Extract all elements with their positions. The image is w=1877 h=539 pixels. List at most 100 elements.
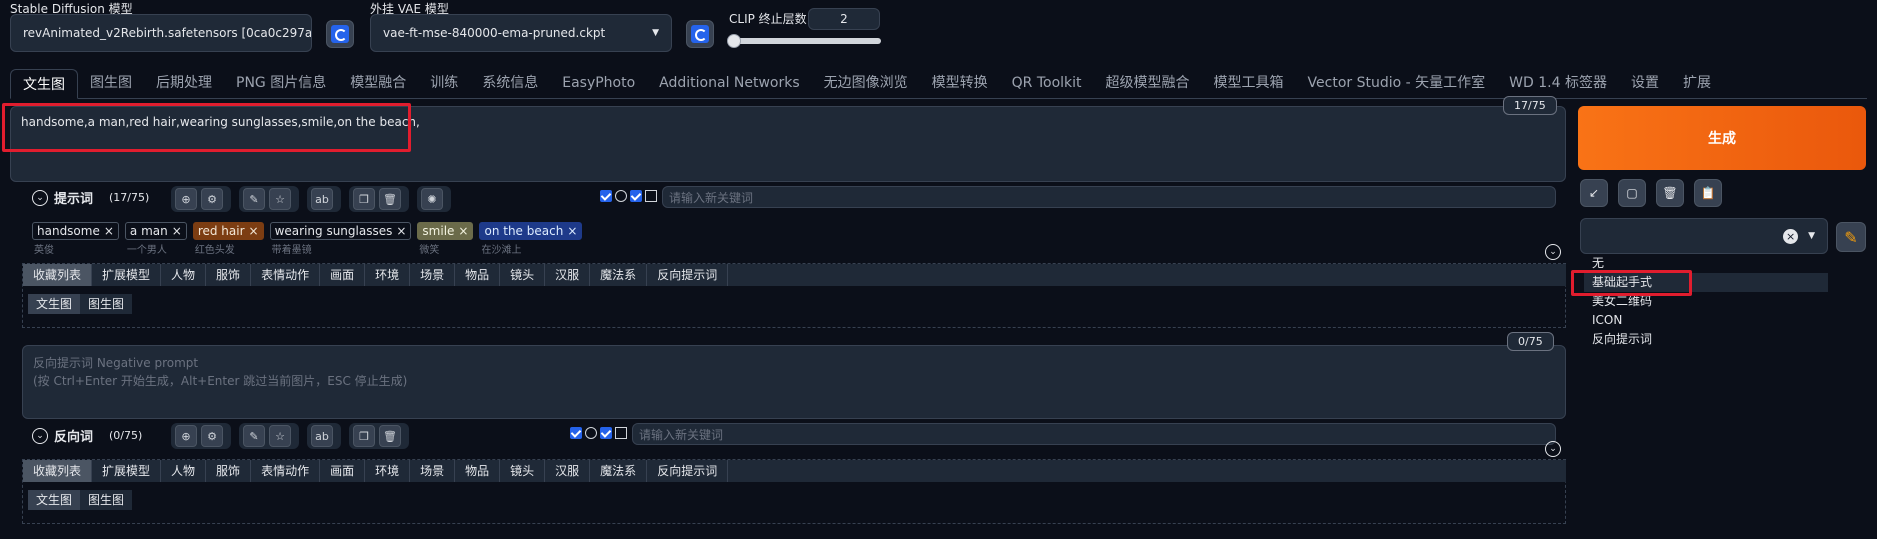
category-tab-10[interactable]: 汉服 — [545, 460, 591, 482]
edit-icon[interactable]: ✎ — [243, 188, 265, 210]
category-tab-7[interactable]: 场景 — [410, 460, 456, 482]
category-tab-6[interactable]: 环境 — [365, 264, 411, 286]
category-tab-12[interactable]: 反向提示词 — [647, 264, 729, 286]
close-icon[interactable]: × — [172, 224, 182, 238]
category-tab-5[interactable]: 画面 — [320, 460, 366, 482]
tab-11[interactable]: QR Toolkit — [1000, 68, 1094, 98]
tab-0[interactable]: 文生图 — [10, 69, 78, 99]
tab-5[interactable]: 训练 — [418, 68, 470, 98]
styles-select[interactable]: × ▼ — [1580, 218, 1828, 254]
category-tab-8[interactable]: 物品 — [455, 264, 501, 286]
category-tab-1[interactable]: 扩展模型 — [92, 264, 162, 286]
tab-4[interactable]: 模型融合 — [338, 68, 418, 98]
edit-icon[interactable]: ✎ — [243, 425, 265, 447]
clip-slider[interactable] — [727, 34, 881, 48]
trash-icon[interactable]: 🗑 — [1656, 179, 1684, 207]
trash-icon[interactable]: 🗑 — [379, 425, 401, 447]
category-tab-11[interactable]: 魔法系 — [590, 460, 648, 482]
category-tab-6[interactable]: 环境 — [365, 460, 411, 482]
category-tab-3[interactable]: 服饰 — [206, 460, 252, 482]
tab-12[interactable]: 超级模型融合 — [1094, 68, 1202, 98]
refresh-vae-button[interactable] — [686, 20, 714, 48]
subcategory-tab-1[interactable]: 图生图 — [80, 490, 132, 510]
tab-2[interactable]: 后期处理 — [144, 68, 224, 98]
category-tab-9[interactable]: 镜头 — [500, 460, 546, 482]
prompt-chip[interactable]: smile × 微笑 — [417, 222, 474, 256]
check-icon[interactable] — [630, 190, 642, 202]
check-icon[interactable] — [570, 427, 582, 439]
tab-7[interactable]: EasyPhoto — [550, 68, 647, 98]
clear-icon[interactable]: × — [1783, 228, 1799, 244]
prompt-chip[interactable]: wearing sunglasses × 带着墨镜 — [269, 222, 412, 256]
ab-icon[interactable]: ab — [311, 188, 333, 210]
copy-icon[interactable]: ❐ — [353, 188, 375, 210]
prompt-chip[interactable]: on the beach × 在沙滩上 — [479, 222, 583, 256]
clip-slider-handle[interactable] — [727, 34, 741, 48]
copy-icon[interactable]: ❐ — [353, 425, 375, 447]
translate-icon[interactable]: ⊕ — [175, 425, 197, 447]
category-tab-8[interactable]: 物品 — [455, 460, 501, 482]
tab-15[interactable]: WD 1.4 标签器 — [1497, 68, 1619, 98]
paste-icon[interactable]: 📋 — [1694, 179, 1722, 207]
expand-chips-icon[interactable]: ⌄ — [1545, 244, 1561, 260]
prompt-chip[interactable]: a man × 一个男人 — [124, 222, 187, 256]
ab-icon[interactable]: ab — [311, 425, 333, 447]
subcategory-tab-1[interactable]: 图生图 — [80, 294, 132, 314]
expand-negative-icon[interactable]: ⌄ — [1545, 441, 1561, 457]
sd-model-select[interactable]: revAnimated_v2Rebirth.safetensors [0ca0c… — [10, 14, 312, 52]
tab-8[interactable]: Additional Networks — [647, 68, 811, 98]
gear-icon[interactable]: ⚙ — [201, 188, 223, 210]
clipboard-icon[interactable]: ▢ — [1618, 179, 1646, 207]
openai-icon[interactable]: ✺ — [421, 188, 443, 210]
category-tab-2[interactable]: 人物 — [161, 460, 207, 482]
close-icon[interactable]: × — [567, 224, 577, 238]
bookmark-icon[interactable]: ☆ — [269, 188, 291, 210]
category-tab-0[interactable]: 收藏列表 — [23, 460, 93, 482]
gear-icon[interactable]: ⚙ — [201, 425, 223, 447]
close-icon[interactable]: × — [396, 224, 406, 238]
subcategory-tab-0[interactable]: 文生图 — [28, 490, 81, 510]
tab-16[interactable]: 设置 — [1619, 68, 1671, 98]
tab-9[interactable]: 无边图像浏览 — [812, 68, 920, 98]
clip-number-input[interactable]: 2 — [808, 8, 880, 30]
tab-17[interactable]: 扩展 — [1671, 68, 1723, 98]
category-tab-2[interactable]: 人物 — [161, 264, 207, 286]
edit-styles-button[interactable]: ✎ — [1836, 222, 1866, 252]
prompt-chip[interactable]: red hair × 红色头发 — [192, 222, 264, 256]
translate-icon[interactable]: ⊕ — [175, 188, 197, 210]
negative-prompt-textarea[interactable]: 反向提示词 Negative prompt (按 Ctrl+Enter 开始生成… — [22, 345, 1566, 419]
prompt-chip[interactable]: handsome × 英俊 — [32, 222, 119, 256]
tab-10[interactable]: 模型转换 — [920, 68, 1000, 98]
category-tab-9[interactable]: 镜头 — [500, 264, 546, 286]
arrow-icon[interactable]: ↙ — [1580, 179, 1608, 207]
checkbox-icon[interactable] — [645, 190, 657, 202]
tab-1[interactable]: 图生图 — [78, 68, 144, 98]
tab-6[interactable]: 系统信息 — [470, 68, 550, 98]
check-icon[interactable] — [600, 427, 612, 439]
category-tab-0[interactable]: 收藏列表 — [23, 264, 93, 286]
category-tab-3[interactable]: 服饰 — [206, 264, 252, 286]
category-tab-4[interactable]: 表情动作 — [251, 460, 321, 482]
collapse-icon[interactable]: ⌄ — [32, 427, 48, 444]
close-icon[interactable]: × — [104, 224, 114, 238]
category-tab-4[interactable]: 表情动作 — [251, 264, 321, 286]
close-icon[interactable]: × — [249, 224, 259, 238]
style-option[interactable]: ICON — [1584, 311, 1828, 330]
clock-icon[interactable] — [615, 190, 627, 202]
generate-button[interactable]: 生成 — [1578, 106, 1866, 170]
negative-keyword-input[interactable]: 请输入新关键词 — [632, 423, 1556, 445]
category-tab-1[interactable]: 扩展模型 — [92, 460, 162, 482]
trash-icon[interactable]: 🗑 — [379, 188, 401, 210]
checkbox-icon[interactable] — [615, 427, 627, 439]
clock-icon[interactable] — [585, 427, 597, 439]
close-icon[interactable]: × — [458, 224, 468, 238]
style-option[interactable]: 反向提示词 — [1584, 330, 1828, 349]
collapse-icon[interactable]: ⌄ — [32, 189, 48, 206]
category-tab-10[interactable]: 汉服 — [545, 264, 591, 286]
tab-3[interactable]: PNG 图片信息 — [224, 68, 338, 98]
category-tab-11[interactable]: 魔法系 — [590, 264, 648, 286]
refresh-model-button[interactable] — [326, 20, 354, 48]
subcategory-tab-0[interactable]: 文生图 — [28, 294, 81, 314]
tab-14[interactable]: Vector Studio - 矢量工作室 — [1296, 68, 1498, 98]
category-tab-5[interactable]: 画面 — [320, 264, 366, 286]
